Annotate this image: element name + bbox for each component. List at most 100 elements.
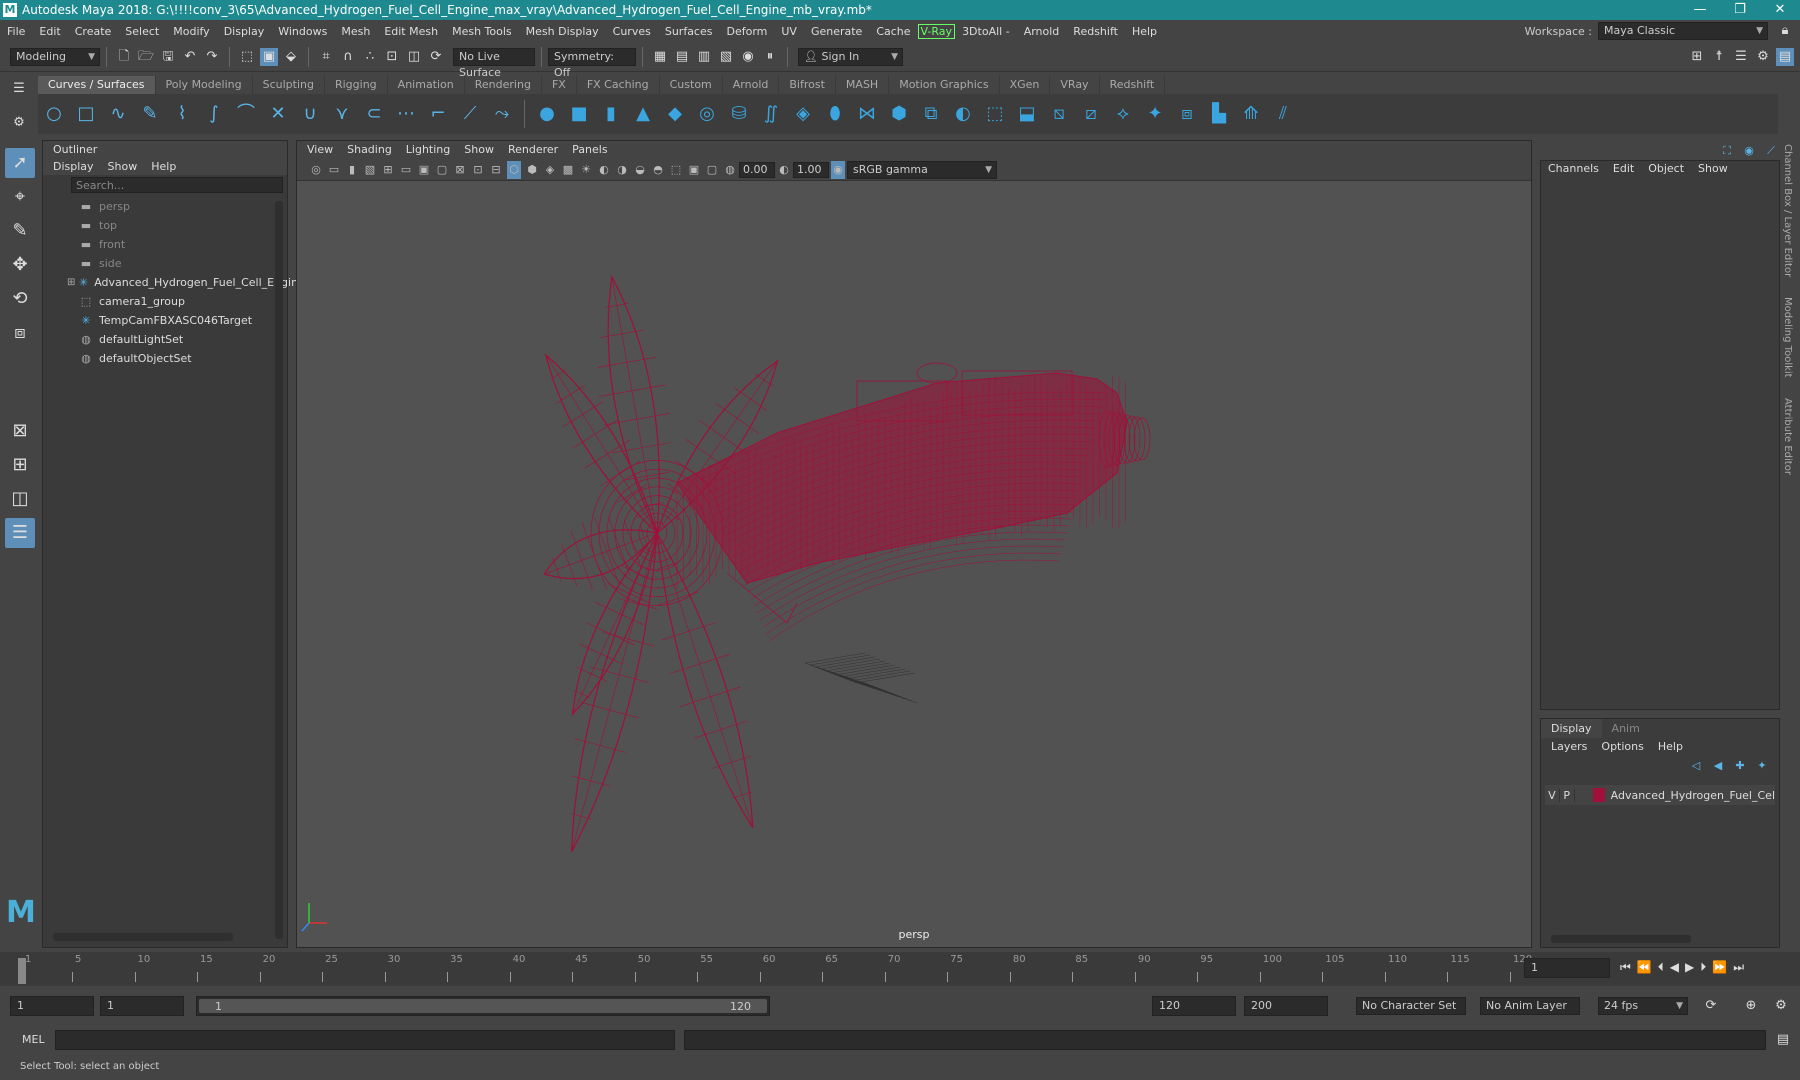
range-slider[interactable]: 1 120 (196, 996, 770, 1016)
snap-curve-icon[interactable]: ∩ (339, 48, 357, 66)
live-surface-field[interactable]: No Live Surface (453, 47, 535, 79)
render-view-icon[interactable]: ▦ (651, 48, 669, 66)
pause-icon[interactable]: ⏸ (761, 48, 779, 66)
restore-button[interactable]: ❐ (1720, 0, 1760, 20)
outliner-menu-help[interactable]: Help (151, 160, 176, 173)
modeling-toolkit-icon[interactable]: ⊞ (1688, 48, 1706, 66)
viewport-menu-shading[interactable]: Shading (347, 143, 392, 157)
nurbs-circle-icon[interactable]: ○ (41, 101, 67, 127)
menu-edit-mesh[interactable]: Edit Mesh (377, 25, 445, 38)
outliner-item-front[interactable]: ▬ front (43, 235, 287, 254)
untrim-icon[interactable]: ⬓ (1014, 101, 1040, 127)
playback-end-field[interactable]: 120 (1152, 996, 1236, 1016)
snap-surface-icon[interactable]: ◫ (405, 48, 423, 66)
offset-curve-icon[interactable]: ⊂ (361, 101, 387, 127)
image-plane-icon[interactable]: ▧ (363, 161, 377, 179)
isolate-select-icon[interactable]: ⬚ (669, 161, 683, 179)
pencil-curve-icon[interactable]: ✎ (137, 101, 163, 127)
bevel-icon[interactable]: ◐ (950, 101, 976, 127)
nurbs-cube-icon[interactable]: ■ (566, 101, 592, 127)
lock-icon[interactable]: 🔒︎ (1776, 22, 1794, 40)
menu-create[interactable]: Create (68, 25, 119, 38)
character-controls-icon[interactable]: ☨ (1710, 48, 1728, 66)
loft-icon[interactable]: ∬ (758, 101, 784, 127)
color-space-dropdown[interactable]: sRGB gamma ▼ (847, 160, 997, 179)
nurbs-cone-icon[interactable]: ▲ (630, 101, 656, 127)
exposure-field[interactable]: 0.00 (739, 161, 775, 178)
shelf-tab-custom[interactable]: Custom (660, 76, 723, 94)
bezier-curve-icon[interactable]: ∫ (201, 101, 227, 127)
outliner-item-tempcam[interactable]: ✳ TempCamFBXASC046Target (43, 311, 287, 330)
slider-toggle-icon[interactable]: ⟋ (1762, 142, 1780, 160)
hypershade-icon[interactable]: ◉ (739, 48, 757, 66)
menu-cache[interactable]: Cache (869, 25, 917, 38)
render-settings-icon[interactable]: ▧ (717, 48, 735, 66)
rebuild-curve-icon[interactable]: ⋯ (393, 101, 419, 127)
menu-modify[interactable]: Modify (166, 25, 216, 38)
outliner-item-top[interactable]: ▬ top (43, 216, 287, 235)
sign-in-button[interactable]: 👤︎ Sign In ▼ (798, 47, 903, 66)
menu-redshift[interactable]: Redshift (1066, 25, 1125, 38)
new-scene-icon[interactable]: 🗋 (115, 48, 133, 66)
select-tool-icon[interactable]: ➚ (5, 148, 35, 178)
lasso-tool-icon[interactable]: ⌖ (5, 182, 35, 212)
select-component-icon[interactable]: ⬙ (282, 48, 300, 66)
attach-curves-icon[interactable]: ∪ (297, 101, 323, 127)
four-pane-layout-icon[interactable]: ⊞ (5, 450, 35, 480)
textured-icon[interactable]: ▩ (561, 161, 575, 179)
menu-vray[interactable]: V-Ray (917, 23, 956, 39)
wireframe-icon[interactable]: ⬡ (507, 160, 521, 179)
gate-mask-icon[interactable]: ▢ (435, 161, 449, 179)
menu-display[interactable]: Display (217, 25, 272, 38)
mel-input[interactable] (55, 1030, 675, 1050)
rotate-tool-icon[interactable]: ⟲ (5, 284, 35, 314)
tab-channel-box-layer-editor[interactable]: Channel Box / Layer Editor (1782, 144, 1793, 277)
layer-editor-toggle-icon[interactable]: ◉ (1740, 142, 1758, 160)
grid-icon[interactable]: ⊞ (381, 161, 395, 179)
menu-file[interactable]: File (0, 25, 32, 38)
layer-tab-anim[interactable]: Anim (1602, 719, 1650, 738)
layer-color-swatch[interactable] (1593, 788, 1605, 802)
layers-menu[interactable]: Layers (1551, 740, 1587, 753)
time-slider[interactable]: 1 5 10 15 20 25 30 35 40 45 50 55 60 65 70 75 80 85 90 95 10… (0, 952, 1800, 986)
shelf-tab-rigging[interactable]: Rigging (325, 76, 388, 94)
use-lights-icon[interactable]: ☀ (579, 161, 593, 179)
time-ruler[interactable]: 1 5 10 15 20 25 30 35 40 45 50 55 60 65 70 75 80 85 90 95 10… (18, 952, 1532, 986)
menu-mesh[interactable]: Mesh (334, 25, 377, 38)
outliner-search-input[interactable]: Search... (71, 177, 283, 193)
new-empty-layer-icon[interactable]: ✚ (1731, 757, 1749, 775)
symmetry-dropdown[interactable]: Symmetry: Off (548, 47, 636, 79)
playback-start-field[interactable]: 1 (100, 996, 184, 1016)
menu-select[interactable]: Select (118, 25, 166, 38)
shadows-icon[interactable]: ◐ (597, 161, 611, 179)
nurbs-square-icon[interactable]: □ (73, 101, 99, 127)
shelf-tab-fx[interactable]: FX (542, 76, 577, 94)
layer-hscrollbar[interactable] (1551, 935, 1691, 943)
outliner-item-default-object-set[interactable]: ◍ defaultObjectSet (43, 349, 287, 368)
film-gate-icon[interactable]: ▭ (399, 161, 413, 179)
anti-alias-icon[interactable]: ◓ (651, 161, 665, 179)
go-to-end-icon[interactable]: ⏭ (1733, 960, 1744, 975)
viewport-menu-view[interactable]: View (307, 143, 333, 157)
birail-icon[interactable]: ⋈ (854, 101, 880, 127)
step-back-key-icon[interactable]: ⏪ (1637, 960, 1652, 975)
attribute-editor-icon[interactable]: ☰ (1732, 48, 1750, 66)
nurbs-cylinder-icon[interactable]: ▮ (598, 101, 624, 127)
shelf-tab-rendering[interactable]: Rendering (465, 76, 542, 94)
tool-settings-icon[interactable]: ⚙ (1754, 48, 1772, 66)
anim-layer-dropdown[interactable]: No Anim Layer (1480, 997, 1580, 1015)
snap-view-icon[interactable]: ⊡ (383, 48, 401, 66)
paint-select-icon[interactable]: ✎ (5, 216, 35, 246)
detach-curves-icon[interactable]: ⋎ (329, 101, 355, 127)
viewport-menu-show[interactable]: Show (464, 143, 494, 157)
open-close-icon[interactable]: ▙ (1206, 101, 1232, 127)
gamma-icon[interactable]: ◐ (777, 161, 791, 179)
redo-icon[interactable]: ↷ (203, 48, 221, 66)
menu-deform[interactable]: Deform (719, 25, 774, 38)
layer-row[interactable]: V P Advanced_Hydrogen_Fuel_Cel (1545, 785, 1775, 805)
play-forward-icon[interactable]: ▶ (1685, 960, 1694, 975)
intersect-icon[interactable]: ⧅ (1046, 101, 1072, 127)
menu-windows[interactable]: Windows (271, 25, 334, 38)
tab-attribute-editor[interactable]: Attribute Editor (1782, 398, 1793, 475)
motion-blur-icon[interactable]: ◒ (633, 161, 647, 179)
